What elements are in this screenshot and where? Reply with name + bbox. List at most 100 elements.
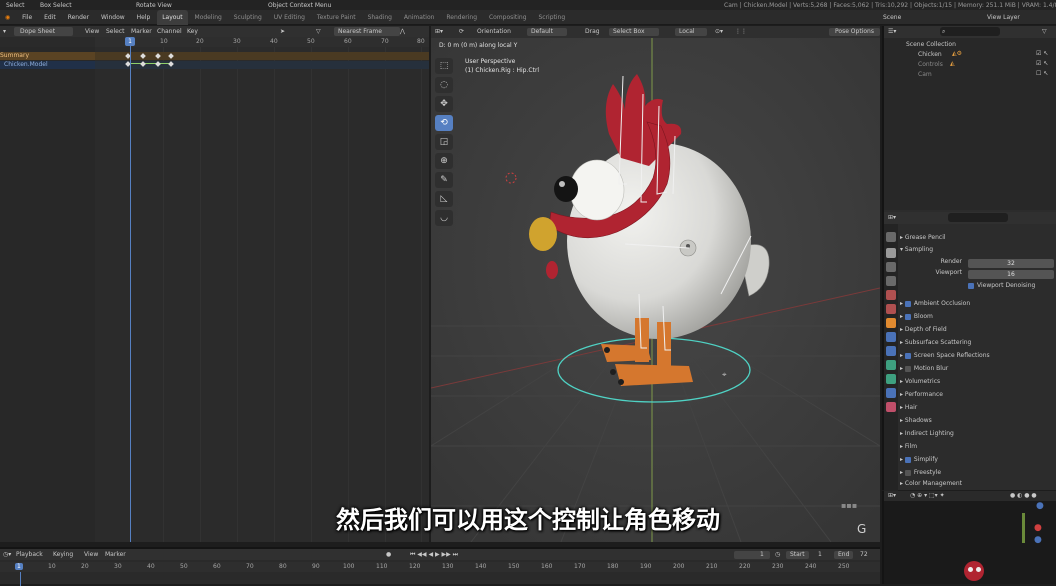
clock-icon[interactable]: ◷: [775, 551, 780, 559]
move-tool-icon[interactable]: ✥: [435, 96, 453, 112]
outliner-search-input[interactable]: [940, 27, 1000, 36]
timeline-menu-marker[interactable]: Marker: [105, 551, 126, 559]
panel-grease-pencil[interactable]: ▸ Grease Pencil: [900, 232, 1056, 244]
menu-window[interactable]: Window: [96, 10, 130, 25]
timeline-menu-view[interactable]: View: [84, 551, 98, 559]
render-tab-icon[interactable]: [886, 248, 896, 258]
panel-hair[interactable]: ▸ Hair: [900, 402, 1056, 414]
viewport-samples-field[interactable]: 16: [968, 270, 1054, 279]
workspace-tab-compositing[interactable]: Compositing: [484, 10, 532, 25]
menu-help[interactable]: Help: [132, 10, 156, 25]
3d-viewport[interactable]: ⌖ ⊞▾ ⟳ Orientation Default Drag Select B…: [431, 26, 880, 542]
blender-logo-icon[interactable]: ◉: [0, 10, 15, 25]
workspace-tab-animation[interactable]: Animation: [399, 10, 440, 25]
nav-gizmo-z-icon[interactable]: ●: [1034, 535, 1042, 545]
editor-type-icon[interactable]: ⊞▾: [888, 492, 896, 499]
panel-simplify[interactable]: ▸ Simplify: [900, 454, 1056, 466]
panel-subsurface-scattering[interactable]: ▸ Subsurface Scattering: [900, 337, 1056, 349]
channel-summary[interactable]: Summary: [0, 52, 95, 60]
panel-sampling[interactable]: ▾ Sampling: [900, 244, 1056, 256]
visibility-checkbox[interactable]: ☑ ↖: [1036, 60, 1048, 67]
panel-depth-of-field[interactable]: ▸ Depth of Field: [900, 324, 1056, 336]
workspace-tab-rendering[interactable]: Rendering: [441, 10, 482, 25]
dope-menu-view[interactable]: View: [85, 27, 99, 36]
outliner-item-cam[interactable]: Cam: [884, 70, 1056, 80]
editor-type-icon[interactable]: ▾: [3, 27, 6, 36]
annotate-tool-icon[interactable]: ✎: [435, 172, 453, 188]
data-tab-icon[interactable]: [886, 388, 896, 398]
output-tab-icon[interactable]: [886, 262, 896, 272]
start-frame-label[interactable]: Start: [786, 551, 809, 559]
timeline-current-frame[interactable]: 1: [15, 563, 23, 570]
panel-ambient-occlusion[interactable]: ▸ Ambient Occlusion: [900, 298, 1056, 310]
menu-edit[interactable]: Edit: [39, 10, 61, 25]
dope-frame-ruler[interactable]: 10 20 30 40 50 60 70 80: [95, 37, 429, 47]
tool-tab-icon[interactable]: [886, 232, 896, 242]
panel-volumetrics[interactable]: ▸ Volumetrics: [900, 376, 1056, 388]
current-frame-field[interactable]: 1: [734, 551, 770, 559]
orientation-gizmo-icon[interactable]: ⟳: [459, 28, 464, 36]
workspace-tab-modeling[interactable]: Modeling: [190, 10, 227, 25]
playback-controls-icon[interactable]: ⏮ ◀◀ ◀ ▶ ▶▶ ⏭: [410, 551, 458, 559]
panel-film[interactable]: ▸ Film: [900, 441, 1056, 453]
cursor-tool-icon[interactable]: ◌: [435, 77, 453, 93]
workspace-tab-scripting[interactable]: Scripting: [533, 10, 570, 25]
filter-icon[interactable]: ▽: [316, 27, 321, 36]
panel-bloom[interactable]: ▸ Bloom: [900, 311, 1056, 323]
filter-icon[interactable]: ▽: [1042, 28, 1047, 35]
editor-type-icon[interactable]: ⊞▾: [435, 28, 443, 36]
pose-options-button[interactable]: Pose Options: [829, 28, 880, 36]
scale-tool-icon[interactable]: ◲: [435, 134, 453, 150]
workspace-tab-sculpting[interactable]: Sculpting: [229, 10, 267, 25]
dope-menu-key[interactable]: Key: [187, 27, 198, 36]
workspace-tab-texture-paint[interactable]: Texture Paint: [312, 10, 361, 25]
panel-color-management[interactable]: ▸ Color Management: [900, 478, 1056, 490]
playhead[interactable]: [130, 37, 131, 542]
end-frame-label[interactable]: End: [834, 551, 854, 559]
panel-indirect-lighting[interactable]: ▸ Indirect Lighting: [900, 428, 1056, 440]
panel-performance[interactable]: ▸ Performance: [900, 389, 1056, 401]
visibility-checkbox[interactable]: ☑ ↖: [1036, 50, 1048, 57]
scene-tab-icon[interactable]: [886, 290, 896, 300]
particles-tab-icon[interactable]: [886, 346, 896, 356]
record-button-icon[interactable]: ●: [386, 551, 391, 559]
workspace-tab-shading[interactable]: Shading: [363, 10, 397, 25]
outliner-item-chicken[interactable]: Chicken: [884, 50, 1056, 60]
timeline-menu-keying[interactable]: Keying: [53, 551, 73, 559]
rotate-tool-icon[interactable]: ⟲: [435, 115, 453, 131]
transform-tool-icon[interactable]: ⊕: [435, 153, 453, 169]
constraints-tab-icon[interactable]: [886, 374, 896, 384]
drag-select[interactable]: Select Box: [609, 28, 659, 36]
view-icons[interactable]: ◔ ⊕ ▾ ⬚▾ ✦: [910, 492, 945, 499]
world-tab-icon[interactable]: [886, 304, 896, 314]
outliner-item-controls[interactable]: Controls: [884, 60, 1056, 70]
visibility-checkbox[interactable]: ☐ ↖: [1036, 70, 1048, 77]
panel-motion-blur[interactable]: ▸ Motion Blur: [900, 363, 1056, 375]
panel-screen-space-reflections[interactable]: ▸ Screen Space Reflections: [900, 350, 1056, 362]
menu-file[interactable]: File: [17, 10, 37, 25]
render-samples-field[interactable]: 32: [968, 259, 1054, 268]
workspace-tab-layout[interactable]: Layout: [157, 10, 188, 25]
editor-type-icon[interactable]: ◷▾: [3, 551, 11, 559]
measure-tool-icon[interactable]: ◺: [435, 191, 453, 207]
orientation-select[interactable]: Default: [527, 28, 567, 36]
editor-type-icon[interactable]: ☰▾: [888, 28, 896, 35]
dope-sheet-mode-select[interactable]: Dope Sheet: [14, 27, 74, 36]
dope-menu-channel[interactable]: Channel: [157, 27, 182, 36]
scene-selector[interactable]: Scene: [878, 10, 906, 25]
start-frame-value[interactable]: 1: [818, 551, 822, 559]
select-box-tool-icon[interactable]: ⬚: [435, 58, 453, 74]
snap-icon[interactable]: ⋀: [400, 27, 405, 36]
current-frame-indicator[interactable]: 1: [125, 37, 135, 46]
pivot-icon[interactable]: ⊙▾: [715, 28, 723, 36]
material-tab-icon[interactable]: [886, 402, 896, 412]
transform-orientation-select[interactable]: Local: [675, 28, 707, 36]
timeline-ruler[interactable]: 1 10 20 30 40 50 60 70 80 90 100 110 120…: [0, 562, 880, 572]
bend-tool-icon[interactable]: ◡: [435, 210, 453, 226]
menu-render[interactable]: Render: [63, 10, 94, 25]
viewport-denoising-checkbox[interactable]: Viewport Denoising: [968, 282, 1035, 289]
outliner-scene-collection[interactable]: Scene Collection: [884, 40, 1056, 50]
view-layer-tab-icon[interactable]: [886, 276, 896, 286]
snap-icon[interactable]: ⋮⋮: [735, 28, 747, 36]
workspace-tab-uv-editing[interactable]: UV Editing: [269, 10, 310, 25]
